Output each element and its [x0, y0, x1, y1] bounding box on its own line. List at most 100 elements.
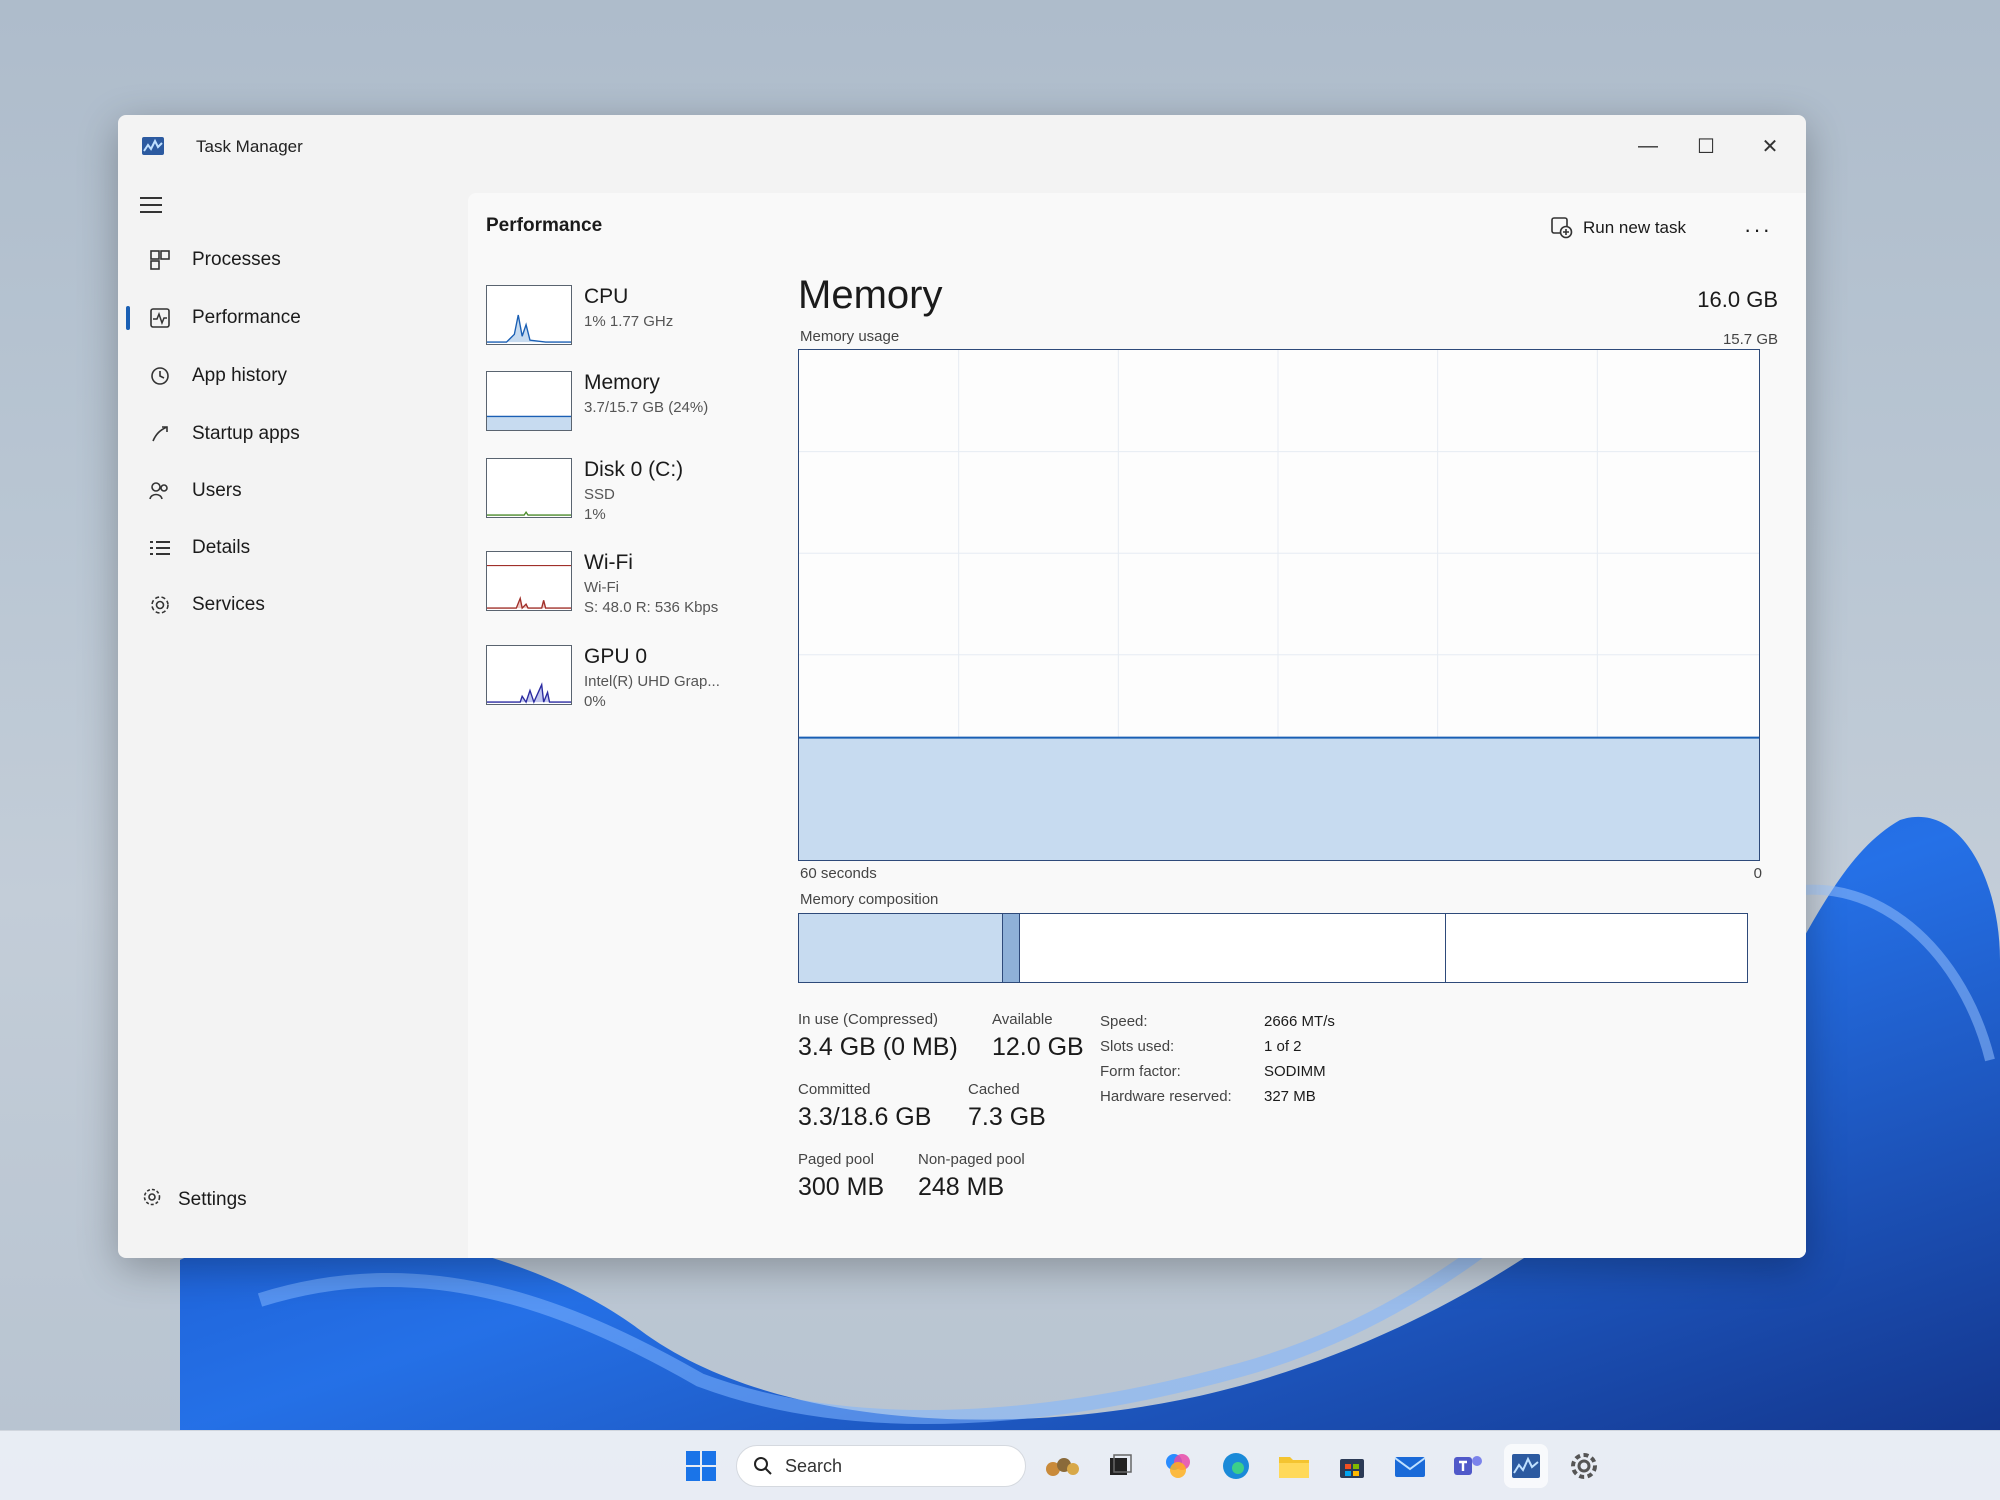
sidebar-item-startup-apps[interactable]: Startup apps — [126, 409, 456, 459]
sidebar-item-label: Details — [192, 537, 251, 558]
resource-detail: S: 48.0 R: 536 Kbps — [584, 599, 719, 616]
resource-detail: 0% — [584, 693, 606, 710]
resource-memory[interactable]: Memory 3.7/15.7 GB (24%) — [486, 371, 766, 443]
close-button[interactable]: ✕ — [1748, 129, 1792, 163]
resource-cpu[interactable]: CPU 1% 1.77 GHz — [486, 285, 766, 357]
spec-form-factor-value: SODIMM — [1264, 1063, 1326, 1080]
memory-usage-label: Memory usage — [800, 328, 900, 345]
more-options-button[interactable]: ··· — [1744, 217, 1772, 243]
paged-pool-value: 300 MB — [798, 1173, 885, 1201]
spec-speed-value: 2666 MT/s — [1264, 1013, 1335, 1030]
widgets-icon[interactable] — [1040, 1444, 1084, 1488]
gpu-thumbnail — [486, 645, 572, 705]
spec-speed-key: Speed: — [1100, 1013, 1148, 1030]
sidebar-item-app-history[interactable]: App history — [126, 351, 456, 401]
minimize-button[interactable]: — — [1626, 129, 1670, 163]
composition-modified[interactable] — [1002, 914, 1020, 982]
resource-detail: SSD — [584, 486, 615, 503]
resource-detail: Intel(R) UHD Grap... — [584, 673, 720, 690]
taskbar: Search — [0, 1430, 2000, 1500]
sidebar-item-processes[interactable]: Processes — [126, 235, 456, 285]
wifi-thumbnail — [486, 551, 572, 611]
spec-slots-key: Slots used: — [1100, 1038, 1175, 1055]
sidebar: Processes Performance App history Startu… — [118, 177, 468, 1258]
close-icon: ✕ — [1761, 135, 1779, 158]
run-task-icon — [1551, 217, 1573, 239]
cpu-thumbnail — [486, 285, 572, 345]
sidebar-item-services[interactable]: Services — [126, 580, 456, 630]
active-indicator — [126, 306, 130, 330]
settings-label: Settings — [178, 1188, 247, 1210]
settings-icon[interactable] — [1562, 1444, 1606, 1488]
available-label: Available — [992, 1011, 1053, 1028]
memory-detail-pane: Memory 16.0 GB Memory usage 15.7 GB 60 s… — [798, 273, 1778, 1233]
teams-icon[interactable] — [1446, 1444, 1490, 1488]
search-icon — [754, 1457, 772, 1475]
time-axis-right: 0 — [1753, 865, 1762, 882]
taskbar-search[interactable]: Search — [736, 1445, 1026, 1487]
memory-composition-bar — [798, 913, 1748, 983]
composition-standby[interactable] — [1019, 914, 1447, 982]
non-paged-pool-label: Non-paged pool — [918, 1151, 1025, 1168]
available-value: 12.0 GB — [992, 1033, 1084, 1061]
run-new-task-button[interactable]: Run new task — [1551, 217, 1686, 239]
memory-composition-label: Memory composition — [800, 891, 939, 908]
committed-value: 3.3/18.6 GB — [798, 1103, 932, 1131]
task-manager-icon[interactable] — [1504, 1444, 1548, 1488]
details-icon — [140, 539, 180, 557]
copilot-icon[interactable] — [1156, 1444, 1200, 1488]
resource-name: Wi-Fi — [584, 551, 633, 574]
memory-usage-area — [799, 737, 1759, 860]
spec-slots-value: 1 of 2 — [1264, 1038, 1302, 1055]
maximize-button[interactable]: ☐ — [1684, 129, 1728, 163]
cached-value: 7.3 GB — [968, 1103, 1046, 1131]
file-explorer-icon[interactable] — [1272, 1444, 1316, 1488]
taskbar-center: Search — [680, 1441, 1606, 1491]
search-placeholder: Search — [785, 1455, 843, 1476]
spec-hw-reserved-value: 327 MB — [1264, 1088, 1316, 1105]
minimize-icon: — — [1638, 134, 1658, 157]
committed-label: Committed — [798, 1081, 871, 1098]
resource-gpu[interactable]: GPU 0 Intel(R) UHD Grap... 0% — [486, 645, 766, 717]
memory-usage-max: 15.7 GB — [1722, 331, 1778, 348]
resource-disk[interactable]: Disk 0 (C:) SSD 1% — [486, 458, 766, 530]
mail-icon[interactable] — [1388, 1444, 1432, 1488]
time-axis-left: 60 seconds — [800, 865, 877, 882]
composition-free[interactable] — [1446, 914, 1747, 982]
resource-detail: Wi-Fi — [584, 579, 619, 596]
sidebar-item-users[interactable]: Users — [126, 466, 456, 516]
paged-pool-label: Paged pool — [798, 1151, 874, 1168]
disk-thumbnail — [486, 458, 572, 518]
start-button[interactable] — [680, 1445, 722, 1487]
sidebar-item-label: Performance — [192, 307, 301, 328]
sidebar-item-settings[interactable]: Settings — [126, 1187, 247, 1212]
total-memory: 16.0 GB — [1697, 287, 1778, 312]
users-icon — [140, 481, 180, 501]
hamburger-menu-icon[interactable] — [140, 195, 164, 215]
cached-label: Cached — [968, 1081, 1020, 1098]
spec-form-factor-key: Form factor: — [1100, 1063, 1181, 1080]
task-view-icon[interactable] — [1098, 1444, 1142, 1488]
sidebar-item-label: Startup apps — [192, 423, 300, 444]
store-icon[interactable] — [1330, 1444, 1374, 1488]
history-icon — [140, 366, 180, 386]
sidebar-item-details[interactable]: Details — [126, 523, 456, 573]
memory-usage-graph — [798, 349, 1760, 861]
sidebar-item-label: Processes — [192, 249, 281, 270]
maximize-icon: ☐ — [1697, 135, 1715, 158]
window-title: Task Manager — [196, 137, 303, 156]
edge-icon[interactable] — [1214, 1444, 1258, 1488]
resource-detail: 3.7/15.7 GB (24%) — [584, 399, 709, 416]
resource-wifi[interactable]: Wi-Fi Wi-Fi S: 48.0 R: 536 Kbps — [486, 551, 766, 623]
task-manager-window: Task Manager — ☐ ✕ Processes Performance… — [118, 115, 1806, 1258]
task-manager-app-icon — [142, 137, 164, 155]
detail-title: Memory — [798, 273, 943, 317]
resource-name: GPU 0 — [584, 645, 648, 668]
spec-hw-reserved-key: Hardware reserved: — [1100, 1088, 1232, 1105]
in-use-label: In use (Compressed) — [798, 1011, 939, 1028]
composition-in-use[interactable] — [799, 914, 1003, 982]
memory-thumbnail — [486, 371, 572, 431]
non-paged-pool-value: 248 MB — [918, 1173, 1005, 1201]
sidebar-item-performance[interactable]: Performance — [126, 293, 456, 343]
title-bar[interactable]: Task Manager — ☐ ✕ — [118, 115, 1806, 177]
